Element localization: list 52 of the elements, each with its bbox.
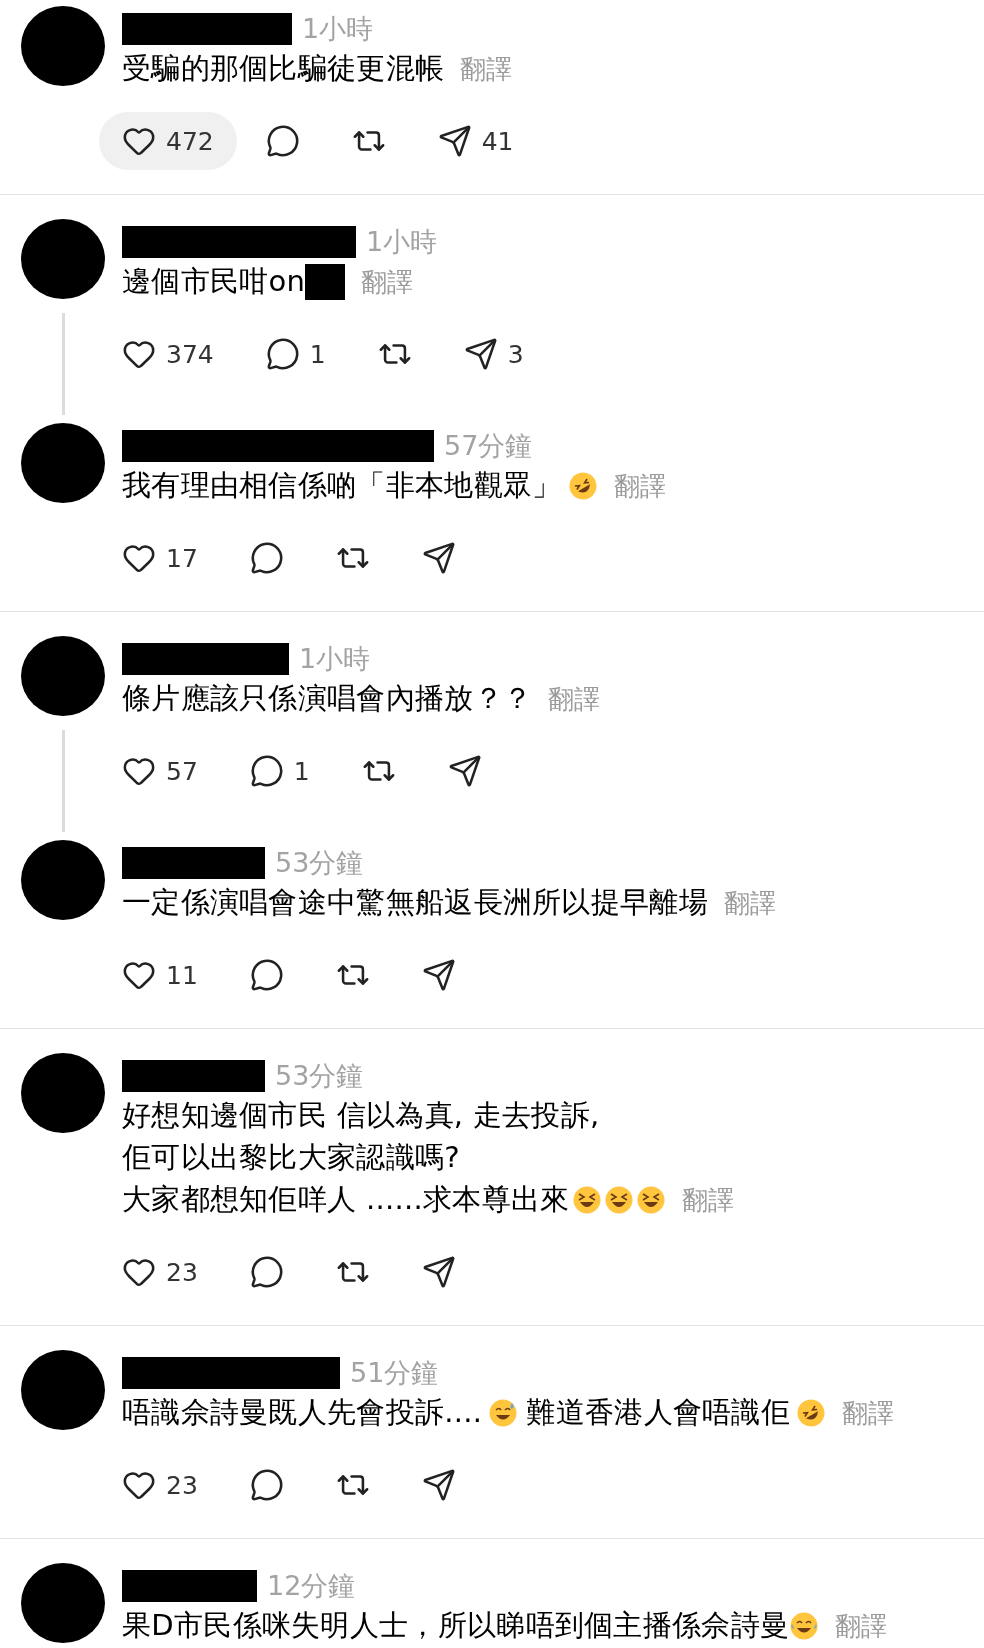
speech-bubble-icon [265, 124, 300, 158]
speech-bubble-icon [265, 337, 300, 371]
comment-text: 受騙的那個比騙徒更混帳 [122, 50, 445, 87]
speech-bubble-icon [249, 1468, 284, 1502]
paper-plane-icon [437, 124, 472, 158]
comment-text: 條片應該只係演唱會內播放？？ [122, 680, 533, 717]
like-button[interactable]: 472 [99, 112, 237, 170]
comment-text: 我有理由相信係啲「非本地觀眾」 [122, 467, 562, 504]
timestamp: 51分鐘 [350, 1356, 439, 1390]
share-button[interactable]: 41 [414, 112, 537, 170]
comment-text: 唔識佘詩曼既人先會投訴.... [122, 1394, 483, 1431]
rolling-laugh-emoji-icon [567, 471, 598, 501]
timestamp: 57分鐘 [444, 429, 533, 463]
squinting-laugh-emoji-icon [603, 1185, 634, 1215]
like-button[interactable]: 57 [99, 742, 221, 800]
timestamp: 1小時 [302, 12, 374, 46]
reply-button[interactable]: 1 [242, 325, 349, 383]
like-button[interactable]: 23 [99, 1243, 221, 1301]
paper-plane-icon [421, 958, 456, 992]
timestamp: 1小時 [299, 642, 371, 676]
comment-text: 果D市民係咪失明人士，所以睇唔到個主播係佘詩曼 [122, 1607, 790, 1644]
comment-text: 好想知邊個市民 信以為真, 走去投訴, [122, 1097, 600, 1134]
like-button[interactable]: 11 [99, 946, 221, 1004]
comment-text: 佢可以出黎比大家認識嗎? [122, 1139, 460, 1176]
speech-bubble-icon [249, 1255, 284, 1289]
paper-plane-icon [421, 1468, 456, 1502]
speech-bubble-icon [249, 958, 284, 992]
like-button[interactable]: 17 [99, 529, 221, 587]
paper-plane-icon [447, 754, 482, 788]
comment-text: 一定係演唱會途中驚無船返長洲所以提早離場 [122, 884, 708, 921]
timestamp: 1小時 [366, 225, 438, 259]
tears-of-joy-emoji-icon [789, 1611, 820, 1641]
timestamp: 53分鐘 [275, 846, 364, 880]
comment-text: 難道香港人會唔識佢 [526, 1394, 791, 1431]
squinting-laugh-emoji-icon [635, 1185, 666, 1215]
share-button[interactable]: 3 [440, 325, 547, 383]
paper-plane-icon [421, 541, 456, 575]
timestamp: 12分鐘 [267, 1569, 356, 1603]
comment-text: 大家都想知佢咩人 ......求本尊出來 [122, 1181, 570, 1218]
redaction-bar [305, 264, 346, 300]
like-button[interactable]: 23 [99, 1456, 221, 1514]
squinting-laugh-emoji-icon [571, 1185, 602, 1215]
timestamp: 53分鐘 [275, 1059, 364, 1093]
speech-bubble-icon [249, 754, 284, 788]
rolling-laugh-emoji-icon [796, 1398, 827, 1428]
sweat-smile-emoji-icon [488, 1398, 519, 1428]
paper-plane-icon [463, 337, 498, 371]
comment-text: 邊個市民咁on [122, 263, 306, 300]
reply-button[interactable]: 1 [226, 742, 333, 800]
speech-bubble-icon [249, 541, 284, 575]
like-button[interactable]: 374 [99, 325, 237, 383]
paper-plane-icon [421, 1255, 456, 1289]
